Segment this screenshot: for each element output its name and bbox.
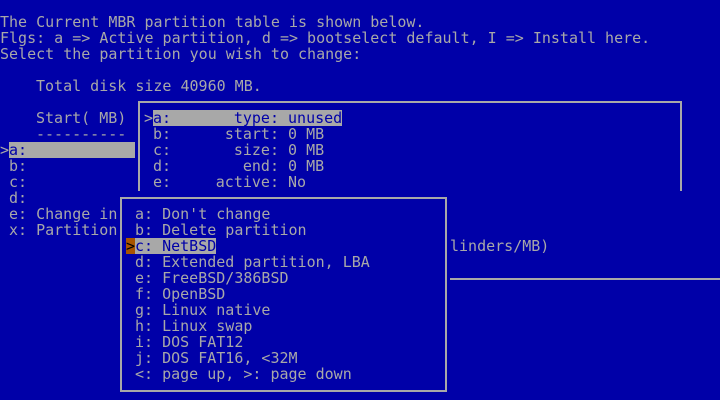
total-disk-size: Total disk size 40960 MB.	[36, 77, 262, 95]
detail-label: size:	[233, 141, 279, 159]
intro-line-1: The Current MBR partition table is shown…	[0, 13, 425, 31]
detail-row-active[interactable]: e: active: No	[153, 174, 306, 190]
menu-item[interactable]: i: DOS FAT12	[135, 334, 243, 350]
divider-line	[450, 278, 720, 280]
menu-item[interactable]: j: DOS FAT16, <32M	[135, 350, 298, 366]
start-column-header: Start( MB)	[36, 109, 127, 127]
detail-key: c:	[153, 141, 172, 159]
partition-row-a[interactable]: a:	[9, 142, 135, 158]
detail-row-start[interactable]: b: start: 0 MB	[153, 126, 324, 142]
wrapped-fragment: linders/MB)	[450, 237, 550, 255]
menu-item[interactable]: <: page up, >: page down	[135, 366, 352, 382]
menu-cursor-icon: >	[126, 237, 136, 255]
detail-cursor-icon: >	[144, 109, 154, 127]
option-key: x:	[9, 221, 28, 239]
detail-label: end:	[242, 157, 279, 175]
cursor-icon: >	[0, 141, 10, 159]
menu-item[interactable]: g: Linux native	[135, 302, 270, 318]
detail-row-type[interactable]: a: type: unused	[153, 110, 342, 126]
intro-line-3: Select the partition you wish to change:	[0, 45, 362, 63]
detail-row-end[interactable]: d: end: 0 MB	[153, 158, 324, 174]
menu-item-label: page up, >: page down	[162, 365, 352, 383]
partition-row-d[interactable]: d:	[9, 190, 27, 206]
detail-key: d:	[153, 157, 172, 175]
menu-item[interactable]: a: Don't change	[135, 206, 270, 222]
detail-label: start:	[224, 125, 279, 143]
menu-item[interactable]: h: Linux swap	[135, 318, 252, 334]
menu-item[interactable]: e: FreeBSD/386BSD	[135, 270, 289, 286]
partition-row-b[interactable]: b:	[9, 158, 27, 174]
detail-value: No	[288, 173, 307, 191]
detail-key: b:	[153, 125, 172, 143]
menu-item[interactable]: b: Delete partition	[135, 222, 307, 238]
detail-key: a:	[153, 109, 172, 127]
menu-item[interactable]: c: NetBSD	[135, 238, 217, 254]
column-rule: ----------	[36, 125, 127, 143]
detail-label: type:	[233, 109, 279, 127]
option-partition-units[interactable]: x: Partition	[9, 222, 117, 238]
menu-item[interactable]: d: Extended partition, LBA	[135, 254, 370, 270]
option-change-in[interactable]: e: Change in	[9, 206, 117, 222]
detail-label: active:	[215, 173, 279, 191]
partition-row-c[interactable]: c:	[9, 174, 27, 190]
detail-row-size[interactable]: c: size: 0 MB	[153, 142, 324, 158]
intro-line-2: Flgs: a => Active partition, d => bootse…	[0, 29, 651, 47]
menu-item[interactable]: f: OpenBSD	[135, 286, 225, 302]
detail-key: e:	[153, 173, 172, 191]
menu-item-key: <:	[135, 365, 154, 383]
option-label: Partition	[36, 221, 118, 239]
